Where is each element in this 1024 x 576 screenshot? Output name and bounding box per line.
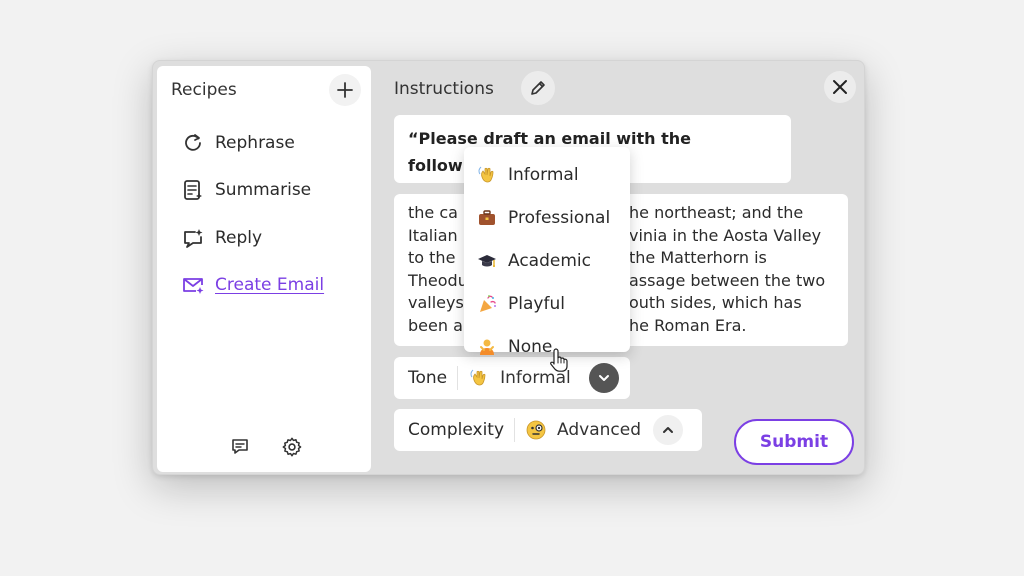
waving-hand-icon (468, 367, 490, 389)
pencil-icon (531, 81, 545, 95)
tone-option-none[interactable]: None (464, 325, 630, 368)
party-popper-icon (476, 293, 498, 315)
person-gesturing-icon (476, 336, 498, 358)
close-icon (833, 80, 847, 94)
tone-option-professional[interactable]: Professional (464, 196, 630, 239)
sidebar-item-label: Summarise (215, 180, 312, 200)
tone-option-playful[interactable]: Playful (464, 282, 630, 325)
edit-instructions-button[interactable] (521, 71, 555, 105)
tone-option-academic[interactable]: Academic (464, 239, 630, 282)
summarise-icon (181, 178, 205, 202)
feedback-button[interactable] (227, 434, 253, 460)
sidebar-item-label: Reply (215, 228, 263, 248)
complexity-selector[interactable]: Complexity Advanced (394, 409, 702, 451)
graduation-cap-icon (476, 250, 498, 272)
context-line: Italian (408, 225, 458, 245)
app-window: Recipes Rephrase Summarise Reply Create … (152, 60, 865, 475)
tone-option-label: Academic (508, 250, 591, 271)
chevron-up-icon (663, 427, 673, 433)
context-line: he northeast; and the (629, 203, 804, 222)
recipes-sidebar: Recipes Rephrase Summarise Reply Create … (157, 66, 371, 472)
context-line: Theodu (408, 270, 468, 290)
sidebar-item-summarise[interactable]: Summarise (181, 175, 311, 205)
context-line: vinia in the Aosta Valley (629, 225, 822, 245)
context-line: assage between the two (629, 270, 826, 290)
feedback-icon (232, 439, 248, 454)
face-with-monocle-icon (525, 419, 547, 441)
sidebar-item-rephrase[interactable]: Rephrase (181, 128, 295, 158)
tone-option-informal[interactable]: Informal (464, 153, 630, 196)
tone-option-label: Professional (508, 207, 611, 228)
context-line: to the (408, 248, 456, 268)
context-line: been a (408, 315, 463, 335)
sidebar-title: Recipes (171, 80, 237, 100)
context-line: he Roman Era. (629, 315, 747, 335)
tone-label: Tone (394, 366, 459, 390)
instructions-title: Instructions (394, 79, 494, 99)
context-line: the ca (408, 203, 458, 222)
waving-hand-icon (476, 164, 498, 186)
complexity-value: Advanced (515, 419, 641, 441)
tone-option-label: Playful (508, 293, 565, 314)
complexity-value-text: Advanced (557, 420, 641, 440)
hand-pointer-cursor-icon (550, 348, 568, 372)
gear-icon (282, 437, 302, 457)
chevron-down-icon (598, 375, 609, 381)
rephrase-icon (181, 131, 205, 155)
sidebar-item-label: Rephrase (215, 133, 295, 153)
reply-icon (181, 226, 205, 250)
context-line: valleys (408, 293, 464, 313)
complexity-dropdown-toggle[interactable] (653, 415, 683, 445)
context-line: outh sides, which has (629, 293, 802, 313)
sidebar-item-reply[interactable]: Reply (181, 223, 262, 253)
settings-button[interactable] (279, 434, 305, 460)
tone-dropdown-menu: Informal Professional Academic Playful N… (464, 147, 630, 357)
submit-button[interactable]: Submit (734, 419, 854, 465)
plus-icon (337, 82, 353, 98)
add-recipe-button[interactable] (329, 74, 361, 106)
complexity-label: Complexity (394, 418, 516, 442)
sidebar-item-create-email[interactable]: Create Email (181, 270, 324, 300)
close-button[interactable] (824, 71, 856, 103)
tone-option-label: Informal (508, 164, 579, 185)
create-email-icon (181, 273, 205, 297)
sidebar-item-label: Create Email (215, 275, 325, 295)
tone-option-label: None (508, 336, 553, 357)
context-line: the Matterhorn is (629, 248, 767, 268)
briefcase-icon (476, 207, 498, 229)
